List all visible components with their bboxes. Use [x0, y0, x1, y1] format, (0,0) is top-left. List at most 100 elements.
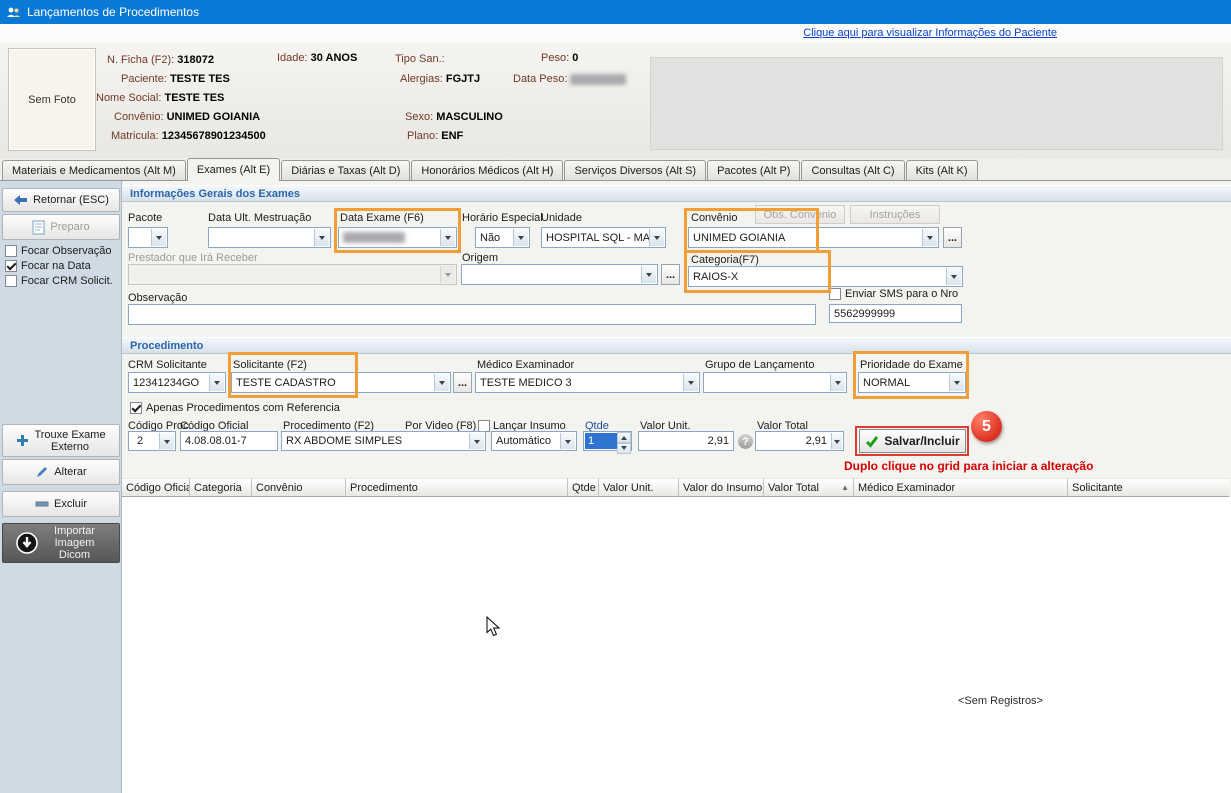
solicitante-label: Solicitante (F2)	[233, 359, 307, 371]
apenas-referencia-checkbox[interactable]: Apenas Procedimentos com Referencia	[130, 402, 340, 414]
qtde-stepper[interactable]: 1	[583, 431, 632, 451]
grid-col-valor-total[interactable]: Valor Total ▲	[764, 478, 854, 497]
convenio-lookup-button[interactable]: ...	[943, 227, 962, 248]
grid-col-solicitante[interactable]: Solicitante	[1068, 478, 1229, 497]
chevron-down-icon[interactable]	[159, 433, 174, 449]
horario-especial-select[interactable]: Não	[475, 227, 530, 248]
chevron-down-icon[interactable]	[683, 374, 698, 391]
chevron-down-icon[interactable]	[641, 266, 656, 283]
observacao-input[interactable]	[128, 304, 816, 325]
unidade-select[interactable]: HOSPITAL SQL - MATRIZ	[541, 227, 666, 248]
origem-lookup-button[interactable]: ...	[661, 264, 680, 285]
grid-col-procedimento[interactable]: Procedimento	[346, 478, 568, 497]
obs-convenio-button[interactable]: Obs. Convenio	[755, 205, 845, 224]
tab-servicos[interactable]: Serviços Diversos (Alt S)	[564, 160, 706, 180]
grid-col-valor-insumo[interactable]: Valor do Insumo	[679, 478, 764, 497]
data-exame-select[interactable]	[338, 227, 457, 248]
chevron-down-icon[interactable]	[949, 374, 964, 391]
focar-na-data-checkbox[interactable]: Focar na Data	[5, 260, 91, 272]
data-exame-label: Data Exame (F6)	[340, 212, 424, 224]
chevron-down-icon[interactable]	[440, 229, 455, 246]
instrucoes-button[interactable]: Instruções	[850, 205, 940, 224]
tab-honorarios[interactable]: Honorários Médicos (Alt H)	[411, 160, 563, 180]
chevron-down-icon[interactable]	[434, 374, 449, 391]
field-peso: Peso: 0	[541, 52, 578, 64]
observacao-label: Observação	[128, 292, 187, 304]
focar-crm-checkbox[interactable]: Focar CRM Solicit.	[5, 275, 113, 287]
valor-unit-input[interactable]: 2,91	[638, 431, 734, 451]
chevron-down-icon[interactable]	[946, 268, 961, 285]
enviar-sms-checkbox[interactable]: Enviar SMS para o Nro	[829, 288, 958, 300]
chevron-down-icon[interactable]	[314, 229, 329, 246]
value: 2	[137, 435, 143, 447]
prestador-select	[128, 264, 457, 285]
grid-col-categoria[interactable]: Categoria	[190, 478, 252, 497]
field-idade: Idade: 30 ANOS	[277, 52, 357, 64]
chevron-down-icon[interactable]	[513, 229, 528, 246]
alterar-button[interactable]: Alterar	[2, 459, 120, 485]
codigo-proc-select[interactable]: 2	[128, 431, 176, 451]
codigo-oficial-input[interactable]: 4.08.08.01-7	[180, 431, 278, 451]
patient-header: Sem Foto N. Ficha (F2): 318072 Idade: 30…	[0, 43, 1231, 158]
chevron-down-icon[interactable]	[209, 374, 224, 391]
sms-number-input[interactable]: 5562999999	[829, 304, 962, 323]
data-ult-mestruacao-select[interactable]	[208, 227, 331, 248]
patient-info-link[interactable]: Clique aqui para visualizar Informações …	[803, 27, 1057, 39]
tab-diarias-taxas[interactable]: Diárias e Taxas (Alt D)	[281, 160, 410, 180]
excluir-button[interactable]: Excluir	[2, 491, 120, 517]
solicitante-lookup-button[interactable]: ...	[453, 372, 472, 393]
download-circle-icon	[16, 532, 38, 554]
grupo-lancamento-select[interactable]	[703, 372, 847, 393]
trouxe-exame-button[interactable]: Trouxe Exame Externo	[2, 424, 120, 457]
chevron-down-icon[interactable]	[831, 433, 842, 449]
stepper-down-icon[interactable]	[617, 443, 631, 454]
grid-col-codigo-oficial[interactable]: Código Oficial	[122, 478, 190, 497]
help-icon[interactable]: ?	[738, 434, 753, 449]
window-title: Lançamentos de Procedimentos	[27, 5, 199, 19]
origem-select[interactable]	[461, 264, 658, 285]
chevron-down-icon[interactable]	[151, 229, 166, 246]
grid-col-medico[interactable]: Médico Examinador	[854, 478, 1068, 497]
tab-pacotes[interactable]: Pacotes (Alt P)	[707, 160, 800, 180]
checkbox-box	[5, 260, 17, 272]
lancar-insumo-select[interactable]: Automático	[491, 431, 577, 451]
importar-dicom-button[interactable]: Importar Imagem Dicom	[2, 523, 120, 563]
retornar-button[interactable]: Retornar (ESC)	[2, 188, 120, 212]
value: RAIOS-X	[693, 271, 738, 283]
double-click-hint: Duplo clique no grid para iniciar a alte…	[844, 459, 1093, 473]
crm-solicitante-select[interactable]: 12341234GO	[128, 372, 226, 393]
tab-kits[interactable]: Kits (Alt K)	[906, 160, 978, 180]
solicitante-select[interactable]: TESTE CADASTRO	[231, 372, 451, 393]
grid-col-valor-unit[interactable]: Valor Unit.	[599, 478, 679, 497]
tab-consultas[interactable]: Consultas (Alt C)	[801, 160, 904, 180]
preparo-button[interactable]: Preparo	[2, 214, 120, 240]
pacote-select[interactable]	[128, 227, 168, 248]
chevron-down-icon[interactable]	[469, 433, 484, 449]
chevron-down-icon[interactable]	[830, 374, 845, 391]
salvar-incluir-button[interactable]: Salvar/Incluir	[859, 429, 966, 453]
value: 12341234GO	[133, 377, 199, 389]
grid-col-convenio[interactable]: Convênio	[252, 478, 346, 497]
chevron-down-icon[interactable]	[922, 229, 937, 246]
prioridade-select[interactable]: NORMAL	[858, 372, 966, 393]
chevron-down-icon[interactable]	[560, 433, 575, 449]
exames-group-header: Informações Gerais dos Exames	[122, 185, 1231, 202]
grupo-lancamento-label: Grupo de Lançamento	[705, 359, 814, 371]
medico-examinador-select[interactable]: TESTE MEDICO 3	[475, 372, 700, 393]
focar-observacao-checkbox[interactable]: Focar Observação	[5, 245, 111, 257]
patient-observations-panel	[650, 57, 1223, 150]
chevron-down-icon[interactable]	[649, 229, 664, 246]
prioridade-label: Prioridade do Exame	[860, 359, 963, 371]
procedimento-select[interactable]: RX ABDOME SIMPLES	[281, 431, 486, 451]
tab-materiais[interactable]: Materiais e Medicamentos (Alt M)	[2, 160, 186, 180]
field-matricula: Matricula: 12345678901234500	[111, 130, 266, 142]
grid-body[interactable]: <Sem Registros>	[122, 497, 1231, 793]
value: TESTE CADASTRO	[236, 377, 336, 389]
tab-exames[interactable]: Exames (Alt E)	[187, 158, 280, 181]
sort-asc-icon: ▲	[841, 483, 849, 492]
categoria-select[interactable]: RAIOS-X	[688, 266, 963, 287]
valor-total-field[interactable]: 2,91	[755, 431, 844, 451]
grid-col-qtde[interactable]: Qtde	[568, 478, 599, 497]
convenio-select[interactable]: UNIMED GOIANIA	[688, 227, 939, 248]
stepper-up-icon[interactable]	[617, 432, 631, 443]
